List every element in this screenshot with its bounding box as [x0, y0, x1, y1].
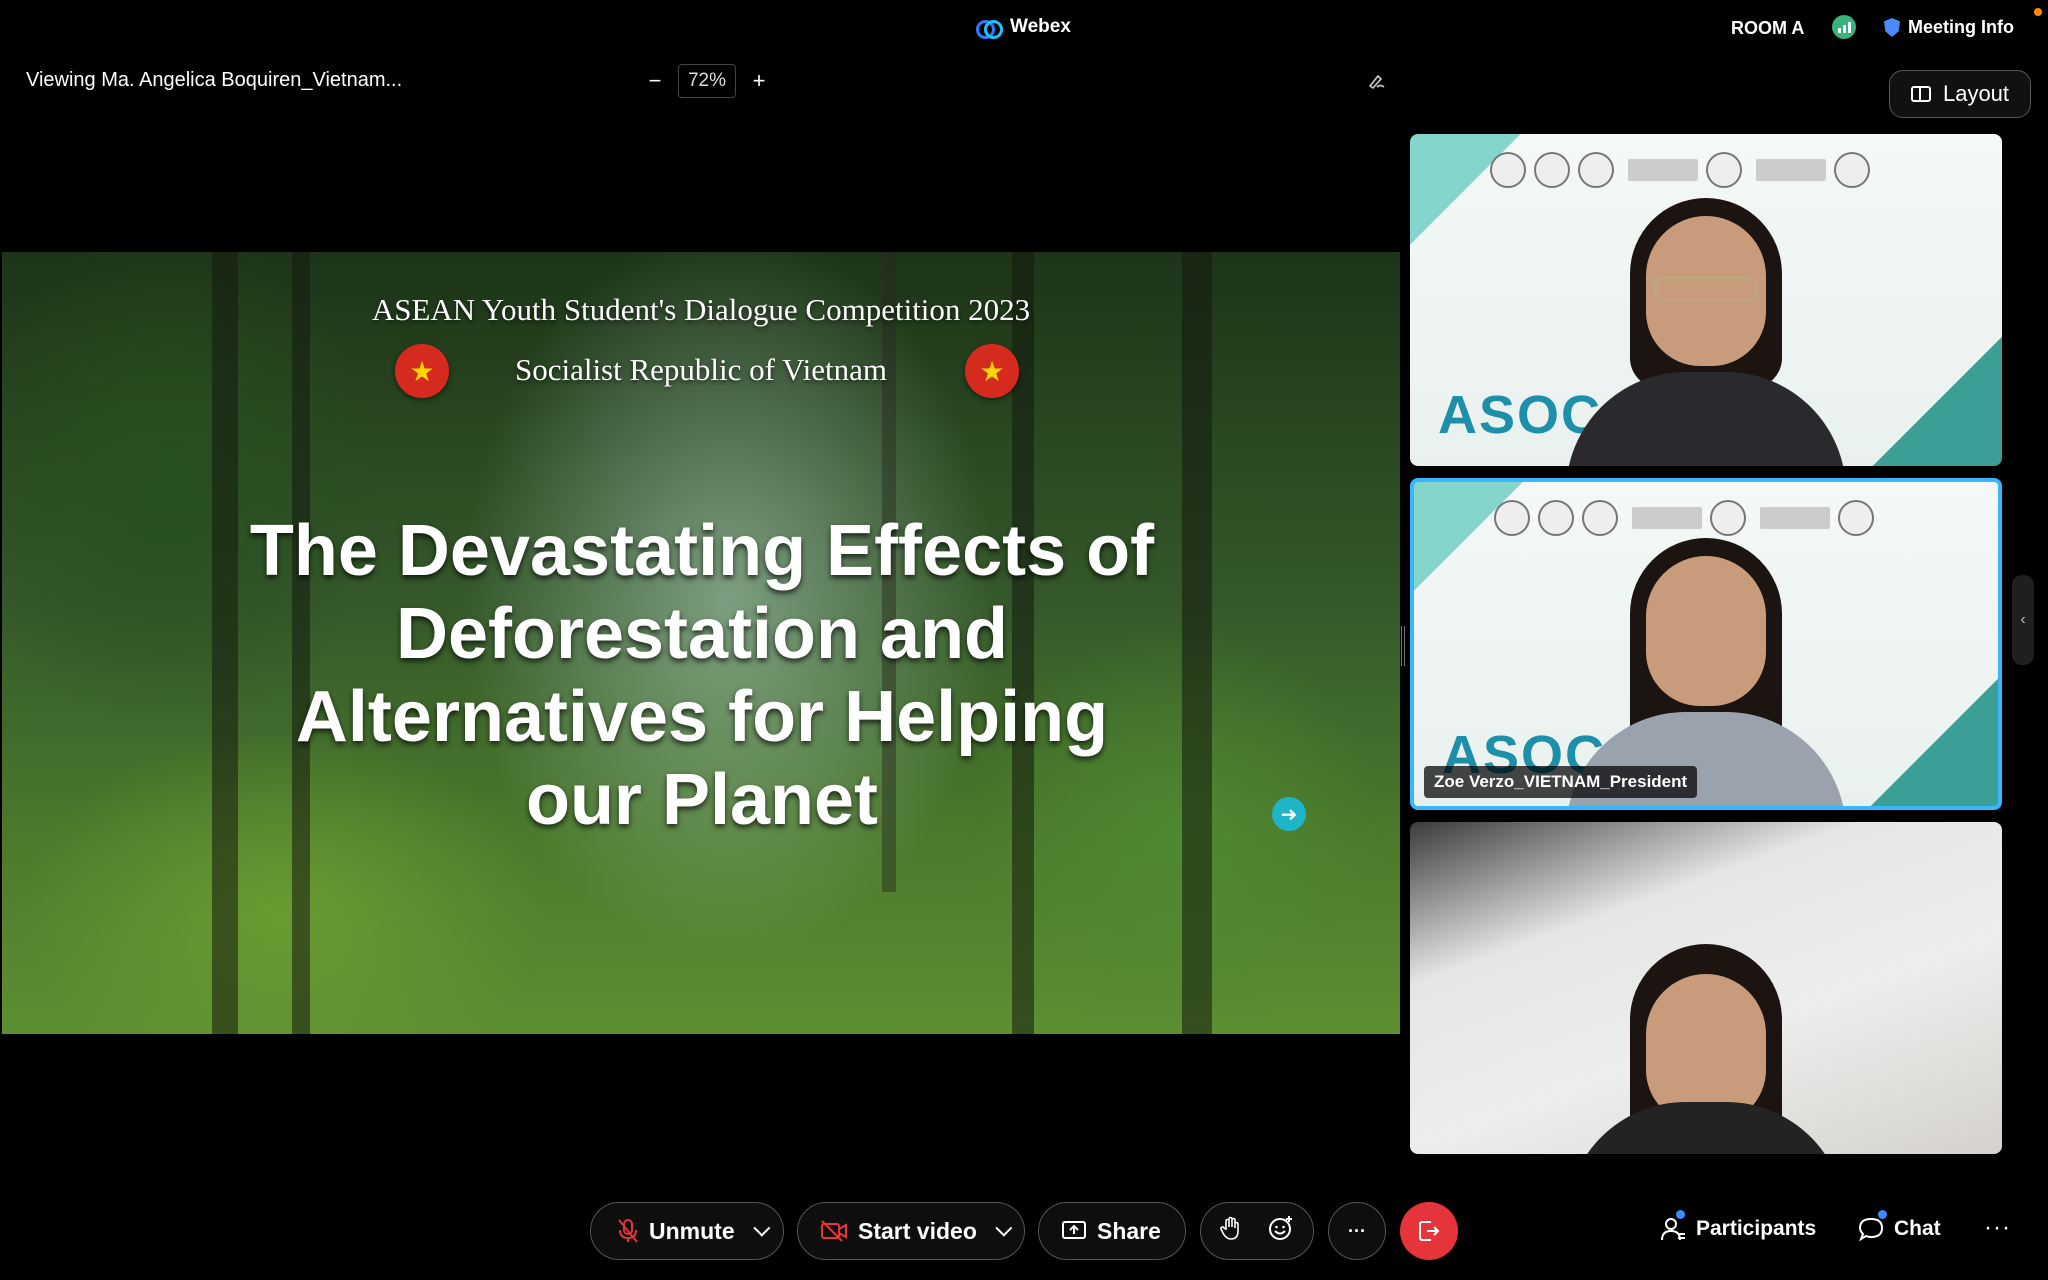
- more-menu-button[interactable]: ···: [1984, 1214, 2011, 1242]
- notification-dot: [2034, 8, 2042, 16]
- slide-title-line: Deforestation and: [395, 594, 1009, 674]
- start-video-label: Start video: [858, 1217, 977, 1244]
- unmute-label: Unmute: [649, 1217, 735, 1244]
- participants-icon: [1660, 1210, 1686, 1242]
- app-title: Webex: [976, 16, 1071, 39]
- arrow-right-icon[interactable]: ➜: [1272, 797, 1306, 831]
- zoom-in-button[interactable]: +: [748, 68, 770, 93]
- reaction-emoji-icon[interactable]: [1268, 1215, 1294, 1247]
- raise-hand-icon[interactable]: [1220, 1215, 1242, 1247]
- shield-icon: [1884, 18, 1900, 37]
- leave-meeting-button[interactable]: [1400, 1202, 1458, 1260]
- chevron-down-icon[interactable]: [995, 1219, 1013, 1237]
- vietnam-flag-icon: ★: [965, 344, 1019, 398]
- title-bar: Webex ROOM A Meeting Info: [0, 0, 2048, 56]
- video-off-icon: [821, 1220, 847, 1242]
- participant-video: [1556, 516, 1856, 806]
- room-label: ROOM A: [1731, 18, 1805, 38]
- share-screen-icon: [1062, 1221, 1086, 1239]
- slide-title-line: Alternatives for Helping: [295, 677, 1109, 757]
- chat-label: Chat: [1894, 1217, 1941, 1240]
- participant-tile[interactable]: [1410, 822, 2002, 1154]
- slide-title-line: our Planet: [525, 760, 879, 840]
- webex-logo-icon: [976, 17, 1003, 39]
- participant-tile[interactable]: ASOC: [1410, 134, 2002, 466]
- zoom-level[interactable]: 72%: [678, 64, 736, 98]
- reactions-group: [1200, 1202, 1314, 1260]
- chevron-down-icon[interactable]: [752, 1219, 770, 1237]
- resize-handle[interactable]: [1401, 626, 1405, 666]
- network-stats-icon[interactable]: [1832, 15, 1856, 39]
- chat-button[interactable]: Chat: [1858, 1210, 1941, 1242]
- viewing-label: Viewing Ma. Angelica Boquiren_Vietnam...: [26, 69, 403, 91]
- leave-icon: [1419, 1221, 1440, 1241]
- slide-title-line: The Devastating Effects of: [249, 511, 1155, 591]
- participants-label: Participants: [1696, 1217, 1817, 1240]
- share-label: Share: [1097, 1217, 1161, 1244]
- participants-button[interactable]: Participants: [1660, 1210, 1817, 1242]
- meeting-info-label: Meeting Info: [1908, 17, 2014, 37]
- notification-dot: [1676, 1210, 1685, 1219]
- slide-country: Socialist Republic of Vietnam: [514, 352, 888, 387]
- slide-title: The Devastating Effects of Deforestation…: [182, 510, 1222, 842]
- unmute-button[interactable]: Unmute: [590, 1202, 784, 1260]
- participant-video: [1556, 864, 1856, 1154]
- chat-icon: [1858, 1210, 1887, 1242]
- start-video-button[interactable]: Start video: [797, 1202, 1025, 1260]
- more-options-button[interactable]: ···: [1328, 1202, 1386, 1260]
- participant-name: Zoe Verzo_VIETNAM_President: [1424, 766, 1698, 798]
- participant-tile-active[interactable]: ASOC Zoe Verzo_VIETNAM_President: [1410, 478, 2002, 810]
- layout-icon: [1910, 86, 1931, 102]
- collapse-panel-button[interactable]: ‹: [2012, 575, 2034, 665]
- layout-button[interactable]: Layout: [1889, 70, 2031, 118]
- mic-muted-icon: [618, 1219, 638, 1243]
- meeting-info-button[interactable]: Meeting Info: [1884, 17, 2014, 38]
- shared-content: ASEAN Youth Student's Dialogue Competiti…: [2, 252, 1400, 1034]
- notification-dot: [1878, 1210, 1887, 1219]
- layout-label: Layout: [1942, 81, 2010, 106]
- slide-subtitle: ASEAN Youth Student's Dialogue Competiti…: [371, 292, 1031, 327]
- participant-video: [1556, 176, 1856, 466]
- annotate-icon[interactable]: [1368, 72, 1386, 90]
- zoom-out-button[interactable]: −: [644, 68, 666, 93]
- zoom-control: − 72% +: [644, 64, 770, 98]
- share-button[interactable]: Share: [1038, 1202, 1186, 1260]
- app-name: Webex: [1010, 16, 1071, 37]
